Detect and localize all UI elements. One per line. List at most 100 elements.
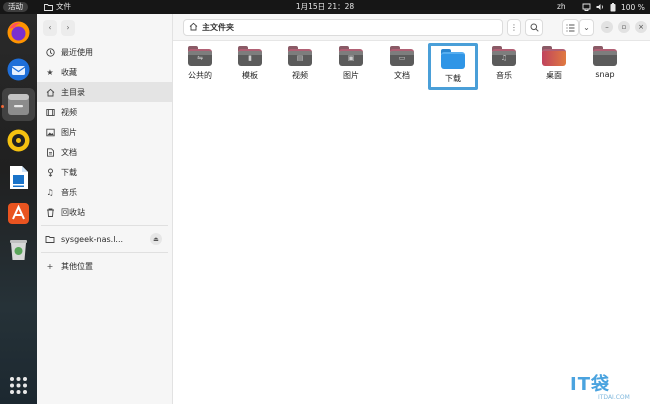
folder-documents[interactable]: ▭ 文档 [378,43,426,93]
star-icon: ★ [46,67,54,77]
sidebar-item-label: 最近使用 [61,47,93,57]
folder-icon: ⇋ [188,46,212,66]
folder-public[interactable]: ⇋ 公共的 [176,43,224,93]
app-menu[interactable]: 文件 [44,0,71,14]
sidebar-item-label: 视频 [61,107,77,117]
minimize-button[interactable]: – [601,21,613,33]
view-options-button[interactable]: ⌄ [579,19,594,36]
forward-button[interactable]: › [61,19,75,36]
sidebar-item-label: 下载 [61,167,77,177]
folder-downloads[interactable]: 下载 [428,43,478,90]
folder-icon [44,4,53,11]
folder-templates[interactable]: ▮ 模板 [226,43,274,93]
document-icon: ▭ [398,54,406,62]
folder-videos[interactable]: ▤ 视频 [276,43,324,93]
file-label: 模板 [242,71,258,80]
chevron-down-icon: ⌄ [583,23,590,32]
maximize-button[interactable]: ▫ [618,21,630,33]
sidebar-item-label: 文档 [61,147,77,157]
sidebar-item-videos[interactable]: 视频 [37,102,172,122]
dock [0,14,37,404]
sidebar-item-label: 收藏 [61,67,77,77]
file-label: 文档 [394,71,410,80]
share-icon: ⇋ [197,54,203,62]
eject-icon: ⏏ [153,235,159,243]
top-bar: 活动 文件 1月15日 21：28 zh 100 % [0,0,650,14]
document-icon [45,147,55,157]
download-icon [45,167,55,177]
files-window: ‹ › 最近使用 ★ 收藏 主目录 视频 图片 文档 下载 ♫ 音乐 回收站 s… [37,14,650,404]
network-icon [582,3,591,11]
list-view-icon [566,24,575,31]
vertical-dots-icon: ⋮ [510,23,518,32]
sidebar-item-downloads[interactable]: 下载 [37,162,172,182]
clock-icon [45,47,55,57]
sidebar-item-label: 图片 [61,127,77,137]
watermark-logo: IT袋 [570,374,610,395]
folder-icon [441,49,465,69]
file-label: 视频 [292,71,308,80]
home-icon [45,87,55,97]
film-icon: ▤ [296,54,304,62]
sidebar-item-documents[interactable]: 文档 [37,142,172,162]
music-icon: ♫ [46,187,54,197]
sidebar-item-home[interactable]: 主目录 [37,82,172,102]
sidebar-item-label: 其他位置 [61,261,93,271]
view-toggle-button[interactable] [562,19,579,36]
sidebar-item-label: 主目录 [61,87,85,97]
folder-icon: ▮ [238,46,262,66]
header-bar: 主文件夹 ⋮ ⌄ – ▫ × [173,14,650,41]
libreoffice-writer-icon[interactable] [5,164,32,191]
folder-pictures[interactable]: ▣ 图片 [327,43,375,93]
battery-level: 100 % [621,2,645,12]
search-icon [530,23,539,32]
clock[interactable]: 1月15日 21：28 [296,2,354,11]
app-center-icon[interactable] [5,200,32,227]
input-method-indicator[interactable]: zh [557,0,566,14]
sidebar-header: ‹ › [37,14,172,41]
sidebar-item-other-locations[interactable]: + 其他位置 [37,256,172,276]
sidebar-item-music[interactable]: ♫ 音乐 [37,182,172,202]
sidebar-item-pictures[interactable]: 图片 [37,122,172,142]
close-button[interactable]: × [635,21,647,33]
rhythmbox-icon[interactable] [5,127,32,154]
plus-icon: + [46,261,54,271]
system-status-menu[interactable]: 100 % [582,0,645,14]
folder-icon: ♫ [492,46,516,66]
path-menu-button[interactable]: ⋮ [507,19,521,36]
sidebar-item-recent[interactable]: 最近使用 [37,42,172,62]
folder-icon: ▤ [288,46,312,66]
show-apps-icon[interactable] [5,372,32,399]
search-button[interactable] [525,19,543,36]
thunderbird-icon[interactable] [5,56,32,83]
sidebar-item-label: 回收站 [61,207,85,217]
app-name: 文件 [56,2,71,11]
current-path: 主文件夹 [202,23,234,32]
activities-button[interactable]: 活动 [3,2,28,12]
sidebar-item-network-share[interactable]: sysgeek-nas.l... ⏏ [37,229,172,249]
sidebar-divider [41,252,168,253]
file-label: 音乐 [496,71,512,80]
restore-icon: ▫ [621,23,627,31]
eject-button[interactable]: ⏏ [150,233,162,245]
trash-icon[interactable] [5,236,32,263]
file-label: 图片 [343,71,359,80]
folder-icon [542,46,566,66]
file-label: snap [595,70,615,79]
back-button[interactable]: ‹ [43,19,57,36]
folder-icon: ▣ [339,46,363,66]
folder-music[interactable]: ♫ 音乐 [480,43,528,93]
files-icon[interactable] [2,88,35,121]
network-drive-icon [45,234,55,244]
file-label: 公共的 [188,71,212,80]
folder-desktop[interactable]: 桌面 [530,43,578,93]
sidebar-item-label: sysgeek-nas.l... [61,234,124,244]
file-label: 下载 [445,74,461,83]
firefox-icon[interactable] [5,19,32,46]
folder-snap[interactable]: snap [581,43,629,93]
sidebar-item-trash[interactable]: 回收站 [37,202,172,222]
folder-icon [593,46,617,66]
sidebar-divider [41,225,168,226]
path-bar[interactable]: 主文件夹 [183,19,503,36]
sidebar-item-starred[interactable]: ★ 收藏 [37,62,172,82]
